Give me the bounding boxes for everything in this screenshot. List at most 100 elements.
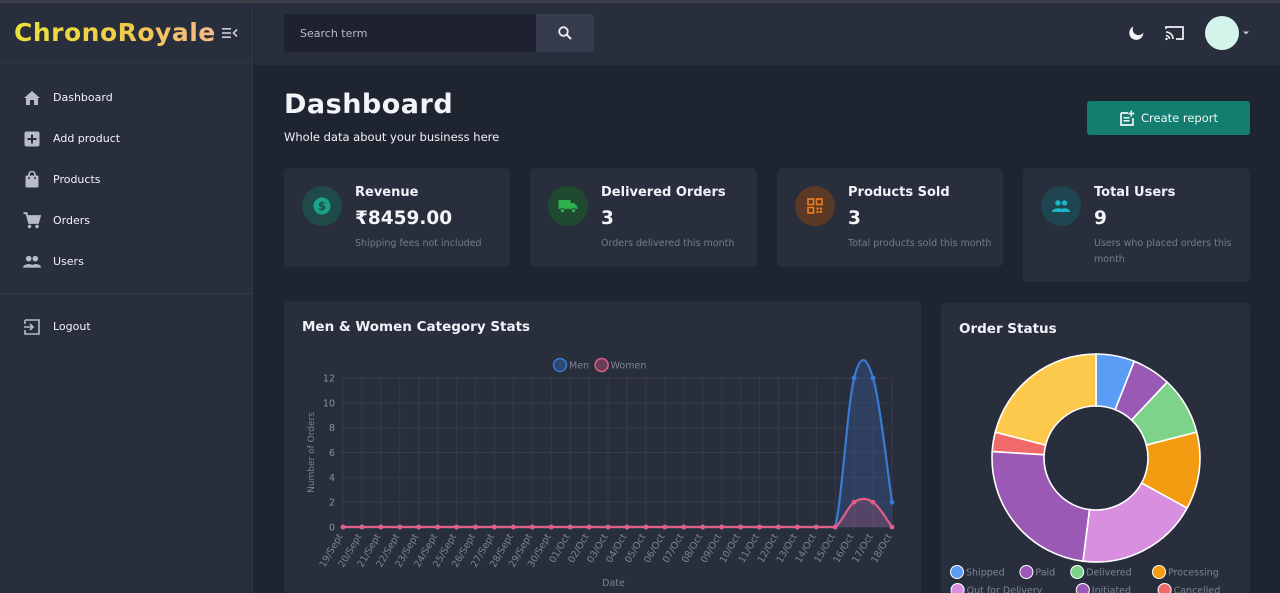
data-point xyxy=(548,524,554,530)
data-point xyxy=(359,524,365,530)
cast-icon xyxy=(1164,26,1184,41)
sidebar-item-add-product[interactable]: Add product xyxy=(0,118,252,159)
dark-mode-toggle[interactable] xyxy=(1125,22,1147,44)
create-report-label: Create report xyxy=(1141,111,1218,125)
cart-icon xyxy=(23,212,41,230)
data-point xyxy=(492,524,497,530)
legend-label: Initiated xyxy=(1092,586,1131,593)
y-tick-label: 8 xyxy=(329,423,335,434)
legend-marker xyxy=(1075,583,1090,593)
data-point xyxy=(567,524,573,530)
legend-label: Delivered xyxy=(1086,568,1131,579)
legend-label: Cancelled xyxy=(1174,586,1221,593)
legend-label: Shipped xyxy=(966,568,1005,579)
data-point xyxy=(624,524,630,530)
data-point xyxy=(643,524,649,530)
doughnut-chart: Shipped Paid Delivered Processing Out for De… xyxy=(950,353,1221,593)
data-point xyxy=(870,499,876,505)
data-point xyxy=(454,524,459,530)
sidebar-nav: Dashboard Add product Products Orders Us… xyxy=(0,63,252,347)
sidebar-item-label: Users xyxy=(53,255,84,268)
data-point xyxy=(605,524,611,530)
sidebar-item-label: Add product xyxy=(53,132,121,145)
menu-collapse-icon[interactable] xyxy=(222,26,238,40)
data-point xyxy=(586,524,592,530)
top-bar xyxy=(254,3,1280,65)
legend-label: Processing xyxy=(1168,568,1219,579)
data-point xyxy=(529,524,535,530)
home-icon xyxy=(23,89,41,107)
brand-bar: ChronoRoyale xyxy=(0,3,252,63)
legend-marker xyxy=(1157,583,1172,593)
data-point xyxy=(510,524,516,530)
create-report-button[interactable]: Create report xyxy=(1087,101,1250,135)
stat-note: Users who placed orders this month xyxy=(1094,238,1232,265)
sidebar-item-orders[interactable]: Orders xyxy=(0,200,252,241)
sidebar-item-users[interactable]: Users xyxy=(0,241,252,282)
stat-value: ₹8459.00 xyxy=(355,208,453,229)
data-point xyxy=(813,524,819,530)
sidebar-item-label: Orders xyxy=(53,214,90,227)
stat-note: Total products sold this month xyxy=(848,238,992,249)
data-point xyxy=(416,524,422,530)
legend-label: Women xyxy=(611,361,647,372)
series-area xyxy=(343,498,892,527)
data-point xyxy=(473,524,478,530)
chevron-down-icon[interactable] xyxy=(1242,29,1250,37)
people-icon xyxy=(23,253,41,271)
data-point xyxy=(340,524,346,530)
legend-marker xyxy=(1152,565,1166,579)
data-point xyxy=(681,524,687,530)
y-tick-label: 4 xyxy=(329,473,335,484)
search-icon xyxy=(558,26,572,40)
data-point xyxy=(851,375,857,381)
stat-card-revenue: $ Revenue ₹8459.00 Shipping fees not inc… xyxy=(284,168,510,267)
people-icon xyxy=(1041,186,1081,226)
sidebar-item-products[interactable]: Products xyxy=(0,159,252,200)
note-add-icon xyxy=(1120,110,1135,126)
legend-label: Out for Delivery xyxy=(967,586,1043,593)
cast-button[interactable] xyxy=(1163,22,1185,44)
data-point xyxy=(662,524,668,530)
sidebar-item-dashboard[interactable]: Dashboard xyxy=(0,77,252,118)
x-axis-title: Date xyxy=(602,578,625,589)
qr-code-icon xyxy=(795,186,835,226)
page-title: Dashboard xyxy=(284,89,454,120)
sidebar-item-label: Dashboard xyxy=(53,91,113,104)
data-point xyxy=(832,524,838,530)
sidebar-item-logout[interactable]: Logout xyxy=(0,306,252,347)
y-tick-label: 2 xyxy=(329,498,335,509)
stat-title: Products Sold xyxy=(848,185,950,200)
data-point xyxy=(719,524,725,530)
sidebar-item-label: Products xyxy=(53,173,101,186)
stat-title: Delivered Orders xyxy=(601,185,726,200)
stat-value: 3 xyxy=(601,208,614,229)
dollar-icon: $ xyxy=(302,186,342,226)
legend-marker xyxy=(594,357,609,373)
stat-value: 3 xyxy=(848,208,861,229)
page-subtitle: Whole data about your business here xyxy=(284,130,500,144)
data-point xyxy=(889,524,895,530)
stat-card-delivered-orders: Delivered Orders 3 Orders delivered this… xyxy=(530,168,757,267)
stat-note: Shipping fees not included xyxy=(355,238,482,249)
avatar[interactable] xyxy=(1205,16,1239,50)
data-point xyxy=(738,524,743,530)
moon-icon xyxy=(1129,26,1144,40)
y-tick-label: 6 xyxy=(329,448,335,459)
legend-marker xyxy=(1019,565,1034,579)
brand-logo[interactable]: ChronoRoyale xyxy=(14,18,216,47)
stat-value: 9 xyxy=(1094,208,1107,229)
legend-marker xyxy=(552,357,568,373)
data-point xyxy=(776,524,781,530)
svg-text:$: $ xyxy=(318,199,326,213)
search-input[interactable] xyxy=(284,14,536,52)
stat-note: Orders delivered this month xyxy=(601,238,735,249)
data-point xyxy=(794,524,800,530)
stat-title: Revenue xyxy=(355,185,419,200)
sidebar-divider xyxy=(0,293,252,294)
pie-slice xyxy=(991,450,1091,563)
shopping-bag-icon xyxy=(23,171,41,189)
data-point xyxy=(435,524,441,530)
y-tick-label: 10 xyxy=(323,398,335,409)
search-button[interactable] xyxy=(536,14,594,52)
